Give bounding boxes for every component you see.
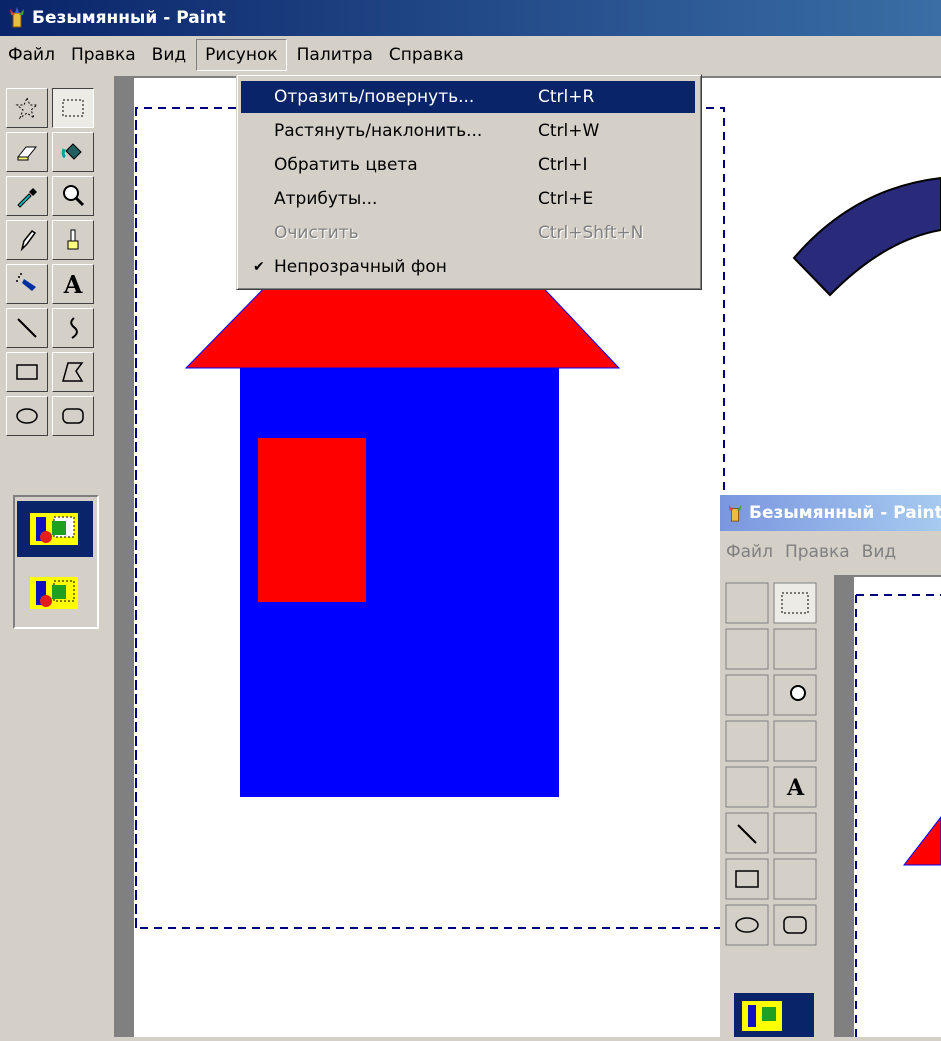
- free-select-tool[interactable]: [6, 88, 48, 128]
- menu-opaque-background[interactable]: ✔ Непрозрачный фон: [241, 251, 695, 283]
- airbrush-tool[interactable]: [6, 264, 48, 304]
- polygon-icon: [62, 362, 84, 382]
- pencil-tool[interactable]: [6, 220, 48, 260]
- house-window: [258, 438, 366, 602]
- second-menu-edit[interactable]: Правка: [779, 542, 856, 562]
- second-canvas-area[interactable]: [834, 575, 941, 1037]
- rounded-rectangle-tool[interactable]: [52, 396, 94, 436]
- title-bar: Безымянный - Paint: [0, 0, 941, 36]
- image-menu-dropdown: Отразить/повернуть... Ctrl+R Растянуть/н…: [236, 74, 702, 290]
- ellipse-icon: [16, 408, 38, 424]
- menu-attributes[interactable]: Атрибуты... Ctrl+E: [241, 183, 695, 215]
- second-window-title-bar: Безымянный - Paint: [720, 495, 941, 531]
- paint-app-icon: [726, 503, 744, 523]
- line-tool[interactable]: [6, 308, 48, 348]
- magnifier-icon: [63, 185, 85, 207]
- airbrush-icon: [16, 273, 36, 291]
- free-select-icon: [15, 96, 39, 120]
- polygon-tool[interactable]: [52, 352, 94, 392]
- menu-view[interactable]: Вид: [144, 40, 194, 70]
- second-menu-bar: Файл Правка Вид: [720, 535, 941, 569]
- brush-icon: [67, 229, 79, 250]
- ellipse-tool[interactable]: [6, 396, 48, 436]
- menu-palette[interactable]: Палитра: [289, 40, 381, 70]
- text-tool-glyph: A: [63, 269, 83, 299]
- text-tool[interactable]: A: [52, 264, 94, 304]
- color-picker-tool[interactable]: [6, 176, 48, 216]
- second-canvas[interactable]: [854, 577, 941, 1037]
- second-drawing: [855, 594, 941, 1037]
- second-text-tool-glyph: A: [787, 775, 805, 801]
- rect-select-tool[interactable]: [52, 88, 94, 128]
- paint-app-icon: [7, 7, 27, 29]
- transparent-option[interactable]: [17, 565, 93, 621]
- menu-edit[interactable]: Правка: [63, 40, 144, 70]
- toolbox: A: [0, 80, 112, 1037]
- house-roof: [184, 277, 621, 369]
- menu-help[interactable]: Справка: [381, 40, 472, 70]
- second-menu-file[interactable]: Файл: [720, 542, 779, 562]
- second-toolbox: A: [720, 575, 830, 1037]
- eraser-icon: [16, 146, 38, 161]
- opaque-option[interactable]: [17, 501, 93, 557]
- pencil-icon: [20, 229, 37, 252]
- second-paint-window[interactable]: Безымянный - Paint Файл Правка Вид A: [720, 495, 941, 1037]
- second-tool-grid-icons: [725, 582, 817, 1037]
- fill-tool[interactable]: [52, 132, 94, 172]
- window-title: Безымянный - Paint: [32, 8, 226, 28]
- second-window-title: Безымянный - Paint: [749, 503, 941, 523]
- rounded-rectangle-icon: [62, 408, 84, 424]
- transparent-background-icon: [30, 577, 78, 609]
- transparency-options: [13, 495, 99, 629]
- brush-tool[interactable]: [52, 220, 94, 260]
- line-icon: [17, 318, 37, 338]
- paint-bucket-icon: [61, 143, 82, 160]
- opaque-background-icon: [30, 513, 78, 545]
- rectangle-icon: [16, 364, 38, 380]
- curved-arrow: [792, 176, 941, 297]
- menu-file[interactable]: Файл: [0, 40, 63, 70]
- curve-icon: [70, 317, 78, 339]
- rectangle-tool[interactable]: [6, 352, 48, 392]
- magnifier-tool[interactable]: [52, 176, 94, 216]
- menu-stretch-skew[interactable]: Растянуть/наклонить... Ctrl+W: [241, 115, 695, 147]
- checkmark-icon: ✔: [253, 259, 265, 275]
- menu-flip-rotate[interactable]: Отразить/повернуть... Ctrl+R: [241, 81, 695, 113]
- curve-tool[interactable]: [52, 308, 94, 348]
- menu-invert-colors[interactable]: Обратить цвета Ctrl+I: [241, 149, 695, 181]
- eyedropper-icon: [17, 188, 37, 208]
- second-menu-view[interactable]: Вид: [856, 542, 902, 562]
- menu-bar: Файл Правка Вид Рисунок Палитра Справка: [0, 36, 941, 74]
- rect-select-icon: [62, 99, 84, 117]
- menu-image[interactable]: Рисунок: [196, 39, 287, 71]
- eraser-tool[interactable]: [6, 132, 48, 172]
- menu-clear-image: Очистить Ctrl+Shft+N: [274, 223, 644, 243]
